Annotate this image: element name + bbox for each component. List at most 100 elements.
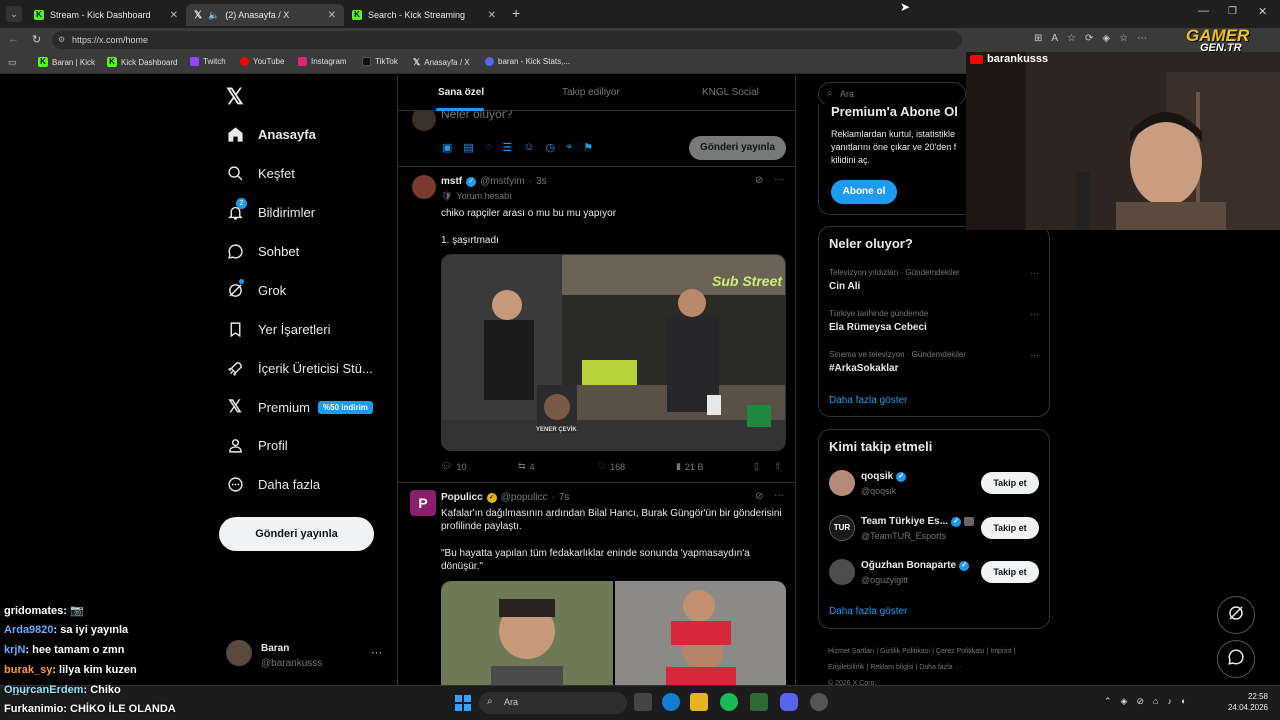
sidebar-item-creator-studio[interactable]: İçerik Üreticisi Stü... — [226, 359, 373, 377]
sidebar-item-explore[interactable]: Keşfet — [226, 164, 295, 182]
tab-list-chevron-icon[interactable]: ⌄ — [6, 6, 22, 22]
footer-link[interactable]: Erişilebilirlik — [828, 664, 865, 671]
follow-button[interactable]: Takip et — [981, 561, 1039, 583]
app-icon[interactable] — [750, 693, 768, 711]
image-icon[interactable]: ▣ — [442, 141, 452, 154]
close-icon[interactable]: ✕ — [328, 10, 336, 21]
trend-more-icon[interactable]: ··· — [1030, 268, 1039, 278]
emoji-icon[interactable]: ☺ — [523, 141, 534, 154]
tab-kngl-social[interactable]: KNGL Social — [702, 87, 759, 98]
follow-button[interactable]: Takip et — [981, 517, 1039, 539]
bookmark-youtube[interactable]: YouTube — [240, 57, 284, 66]
browser-tab-kick-dashboard[interactable]: K Stream - Kick Dashboard ✕ — [26, 4, 186, 26]
tweet-time[interactable]: 3s — [536, 176, 547, 187]
subscribe-button[interactable]: Abone ol — [831, 180, 897, 204]
follow-suggestion-name[interactable]: Team Türkiye Es... ✓ — [861, 516, 975, 527]
discord-icon[interactable] — [780, 693, 798, 711]
tweet-author-handle[interactable]: @populicc — [501, 492, 548, 503]
edge-browser-icon[interactable] — [662, 693, 680, 711]
account-more-icon[interactable]: ··· — [371, 647, 382, 659]
window-close-icon[interactable]: ✕ — [1258, 5, 1267, 18]
sidebar-item-home[interactable]: Anasayfa — [226, 125, 316, 143]
footer-link[interactable]: Imprint — [990, 648, 1011, 655]
poll-icon[interactable]: ☰ — [502, 141, 512, 154]
sidebar-item-chat[interactable]: Sohbet — [226, 242, 299, 260]
flag-icon[interactable]: ⚑ — [583, 141, 593, 154]
spotify-icon[interactable] — [720, 693, 738, 711]
bookmark-tiktok[interactable]: TikTok — [362, 57, 398, 66]
trend-more-icon[interactable]: ··· — [1030, 309, 1039, 319]
views-button[interactable]: ▮ 21 B — [676, 461, 703, 472]
footer-link[interactable]: Reklam bilgisi — [870, 664, 913, 671]
avatar[interactable] — [829, 470, 855, 496]
bookmark-twitch[interactable]: Twitch — [190, 57, 226, 66]
trend-item[interactable]: Televizyon yıldızları · Gündemdekiler Ci… — [829, 268, 1039, 292]
repost-button[interactable]: ⇆ 4 — [518, 461, 535, 472]
speaker-icon[interactable]: 🔈 — [208, 10, 219, 21]
browser-tab-kick-search[interactable]: K Search - Kick Streaming ✕ — [344, 4, 504, 26]
tab-following[interactable]: Takip ediliyor — [562, 87, 620, 98]
avatar[interactable]: TUR — [829, 515, 855, 541]
tweet-more-icon[interactable]: ··· — [774, 174, 784, 185]
url-input[interactable]: ⚙ https://x.com/home — [52, 31, 962, 49]
schedule-icon[interactable]: ◷ — [545, 141, 555, 154]
bookmark-button[interactable]: ▯ — [754, 461, 759, 472]
tweet-author-handle[interactable]: @mstfyim — [480, 176, 525, 187]
x-logo-icon[interactable]: 𝕏 — [226, 84, 244, 110]
browser-tab-x-home[interactable]: 𝕏 🔈 (2) Anasayfa / X ✕ — [186, 4, 344, 26]
footer-link[interactable]: Daha fazla ··· — [919, 664, 961, 671]
restore-icon[interactable]: ❐ — [1228, 6, 1237, 17]
bookmark-instagram[interactable]: Instagram — [298, 57, 347, 66]
follow-suggestion-name[interactable]: qoqsik ✓ — [861, 471, 907, 482]
trend-item[interactable]: Sinema ve televizyon · Gündemdekiler #Ar… — [829, 350, 1039, 374]
sidebar-item-bookmarks[interactable]: Yer İşaretleri — [226, 320, 331, 338]
browser-toolbar-icons[interactable]: ⊞A☆⟳◈☆⋯ — [1034, 33, 1156, 44]
location-icon[interactable]: ⌖ — [566, 141, 572, 154]
close-icon[interactable]: ✕ — [488, 10, 496, 21]
sidebar-item-premium[interactable]: 𝕏 Premium %50 indirim — [226, 397, 373, 416]
avatar[interactable] — [226, 640, 252, 666]
trend-more-icon[interactable]: ··· — [1030, 350, 1039, 360]
search-input[interactable]: ⌕ Ara — [818, 82, 966, 106]
sidebar-item-profile[interactable]: Profil — [226, 436, 288, 454]
bookmark-x-home[interactable]: 𝕏 Anasayfa / X — [413, 57, 470, 68]
system-tray-icons[interactable]: ⌃◈⊘⌂♪◐ — [1104, 696, 1195, 707]
gif-icon[interactable]: ▤ — [463, 141, 473, 154]
reply-button[interactable]: 💬︎ 10 — [441, 461, 466, 472]
messages-float-button[interactable] — [1217, 640, 1255, 678]
tweet[interactable]: P Populicc ✓ @populicc · 7s ⊘ ··· Kafala… — [398, 484, 795, 685]
grok-explain-icon[interactable]: ⊘ — [755, 491, 763, 502]
grok-icon[interactable]: ◌ — [485, 141, 492, 154]
footer-link[interactable]: Gizlilik Politikası — [880, 648, 930, 655]
tweet-author-name[interactable]: mstf — [441, 176, 462, 187]
avatar[interactable] — [829, 559, 855, 585]
site-info-icon[interactable]: ⚙ — [58, 31, 65, 49]
file-explorer-icon[interactable] — [690, 693, 708, 711]
task-view-icon[interactable] — [634, 693, 652, 711]
avatar[interactable] — [412, 175, 436, 199]
tweet-time[interactable]: 7s — [559, 492, 570, 503]
sidebar-item-notifications[interactable]: 2 Bildirimler — [226, 198, 315, 221]
avatar[interactable]: P — [410, 490, 436, 516]
follow-suggestion-name[interactable]: Oğuzhan Bonaparte ✓ — [861, 560, 970, 571]
tweet-media-image[interactable] — [441, 581, 786, 685]
follow-button[interactable]: Takip et — [981, 472, 1039, 494]
like-button[interactable]: ♡ 168 — [598, 461, 625, 472]
post-button[interactable]: Gönderi yayınla — [219, 517, 374, 551]
grok-explain-icon[interactable]: ⊘ — [755, 175, 763, 186]
new-tab-plus-icon[interactable]: + — [512, 5, 520, 21]
windows-start-icon[interactable] — [455, 695, 471, 711]
follow-show-more-link[interactable]: Daha fazla göster — [829, 606, 907, 617]
back-arrow-icon[interactable]: ← — [8, 33, 19, 45]
share-button[interactable]: ⇧ — [774, 461, 782, 472]
trend-item[interactable]: Türkiye tarihinde gündemde Ela Rümeysa C… — [829, 309, 1039, 333]
obs-icon[interactable] — [810, 693, 828, 711]
sidebar-item-grok[interactable]: Grok — [226, 279, 286, 299]
tweet-more-icon[interactable]: ··· — [774, 490, 784, 501]
taskbar-search-box[interactable]: ⌕ Ara — [479, 692, 627, 714]
tweet-author-name[interactable]: Populicc — [441, 492, 483, 503]
minimize-icon[interactable]: — — [1198, 5, 1209, 17]
reading-list-icon[interactable]: ▭ — [8, 57, 17, 68]
footer-link[interactable]: Çerez Politikası — [936, 648, 985, 655]
close-icon[interactable]: ✕ — [170, 10, 178, 21]
